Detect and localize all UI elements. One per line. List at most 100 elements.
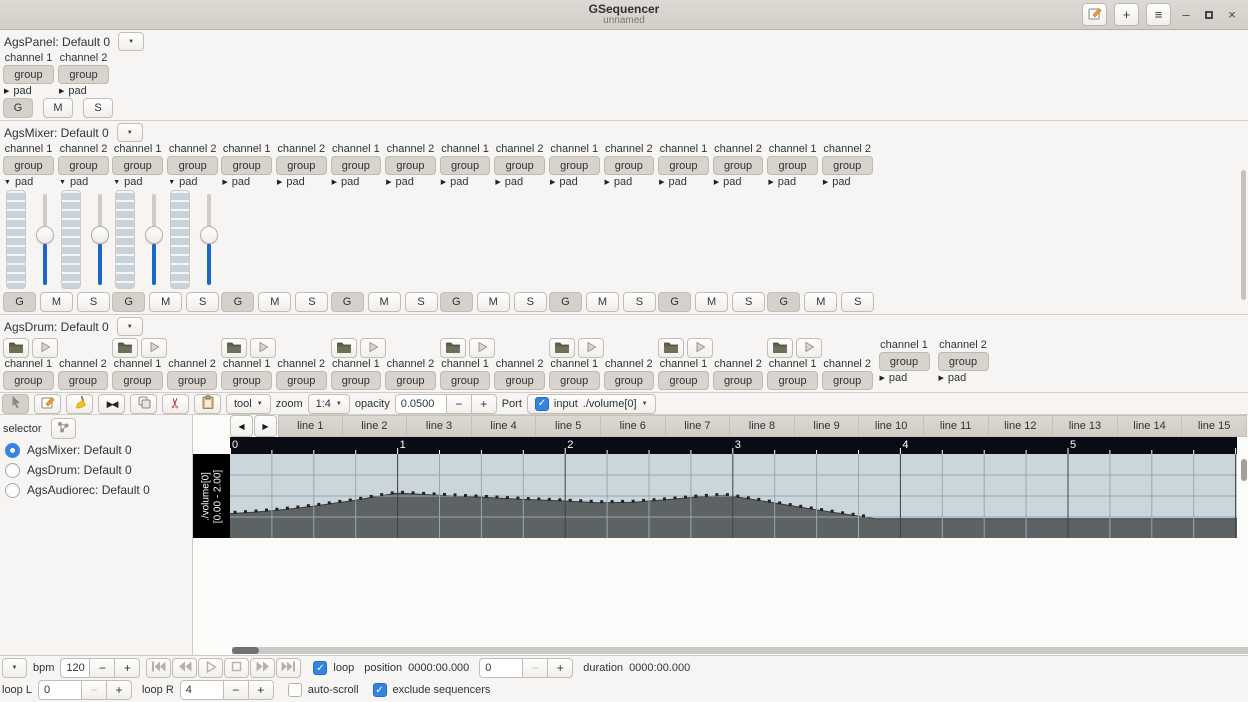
pad-expander[interactable]: ▶ pad: [822, 176, 873, 188]
open-button[interactable]: [221, 338, 248, 358]
pad-expander[interactable]: ▼ pad: [58, 176, 109, 188]
group-button[interactable]: group: [767, 371, 818, 390]
machine-radio-item[interactable]: AgsAudiorec: Default 0: [3, 480, 189, 500]
tab-line-2[interactable]: line 2: [342, 415, 408, 437]
pad-expander[interactable]: ▶ pad: [549, 176, 600, 188]
loop-left-decrement-button[interactable]: −: [81, 680, 107, 700]
group-button[interactable]: group: [439, 156, 491, 175]
solo-toggle-button[interactable]: S: [77, 292, 110, 312]
pad-expander[interactable]: ▶ pad: [3, 85, 54, 97]
tool-dropdown[interactable]: tool ▼: [226, 393, 271, 414]
add-machine-button[interactable]: +: [1114, 3, 1139, 26]
pad-expander[interactable]: ▶ pad: [494, 176, 545, 188]
tab-line-4[interactable]: line 4: [471, 415, 537, 437]
pad-expander[interactable]: ▶ pad: [658, 176, 709, 188]
group-toggle-button[interactable]: G: [221, 292, 255, 312]
play-button[interactable]: [198, 658, 224, 678]
tab-line-13[interactable]: line 13: [1053, 415, 1118, 437]
solo-toggle-button[interactable]: S: [404, 292, 438, 312]
tab-line-10[interactable]: line 10: [859, 415, 924, 437]
slider-handle[interactable]: [35, 226, 54, 244]
loop-left-increment-button[interactable]: +: [106, 680, 132, 700]
tab-line-14[interactable]: line 14: [1117, 415, 1183, 437]
copy-button[interactable]: [130, 393, 157, 414]
tab-line-7[interactable]: line 7: [665, 415, 731, 437]
radio-button[interactable]: [5, 482, 20, 498]
solo-toggle-button[interactable]: S: [186, 292, 220, 312]
agsmixer-menu-button[interactable]: ▼: [116, 123, 143, 142]
seek-forward-button[interactable]: [250, 658, 276, 678]
group-button[interactable]: group: [221, 156, 272, 175]
pad-expander[interactable]: ▼ pad: [112, 176, 163, 188]
group-button[interactable]: group: [878, 352, 930, 371]
selector-options-button[interactable]: [50, 418, 76, 439]
pad-expander[interactable]: ▶ pad: [331, 176, 382, 188]
group-button[interactable]: group: [658, 371, 709, 390]
edit-notation-button[interactable]: [1082, 3, 1107, 26]
skip-forward-button[interactable]: [276, 658, 302, 678]
group-button[interactable]: group: [166, 371, 218, 390]
tab-line-9[interactable]: line 9: [794, 415, 860, 437]
navigation-decrement-button[interactable]: −: [523, 658, 549, 678]
slider-handle[interactable]: [144, 226, 163, 244]
pad-expander[interactable]: ▶ pad: [440, 176, 491, 188]
pad-expander[interactable]: ▼ pad: [3, 176, 54, 188]
tab-line-6[interactable]: line 6: [600, 415, 666, 437]
group-button[interactable]: group: [658, 156, 709, 175]
stop-button[interactable]: [224, 658, 250, 678]
play-button[interactable]: [32, 338, 58, 358]
group-button[interactable]: group: [385, 156, 436, 175]
tab-line-1[interactable]: line 1: [278, 415, 343, 437]
vertical-scrollbar-handle[interactable]: [1241, 459, 1247, 481]
machines-scrollbar[interactable]: [1241, 170, 1246, 300]
group-button[interactable]: group: [275, 156, 327, 175]
group-button[interactable]: group: [112, 156, 164, 175]
radio-button[interactable]: [5, 442, 20, 458]
transport-dropdown-button[interactable]: ▼: [2, 658, 27, 678]
group-button[interactable]: group: [494, 371, 545, 390]
machine-radio-item[interactable]: AgsDrum: Default 0: [3, 460, 189, 480]
pad-expander[interactable]: ▶ pad: [276, 176, 327, 188]
bpm-input[interactable]: 120: [60, 658, 91, 678]
group-button[interactable]: group: [712, 371, 764, 390]
tab-line-11[interactable]: line 11: [923, 415, 989, 437]
open-button[interactable]: [658, 338, 685, 358]
group-button[interactable]: group: [58, 65, 109, 84]
tabs-scroll-right-button[interactable]: ▶: [254, 415, 277, 437]
group-button[interactable]: group: [494, 156, 545, 175]
mute-toggle-button[interactable]: M: [43, 98, 73, 118]
group-button[interactable]: group: [112, 371, 163, 390]
pad-expander[interactable]: ▶ pad: [713, 176, 764, 188]
group-button[interactable]: group: [548, 371, 600, 390]
group-button[interactable]: group: [3, 371, 54, 390]
bpm-increment-button[interactable]: +: [115, 658, 141, 678]
opacity-increment-button[interactable]: +: [471, 393, 497, 414]
solo-toggle-button[interactable]: S: [513, 292, 547, 312]
agspanel-menu-button[interactable]: ▼: [118, 32, 145, 51]
solo-toggle-button[interactable]: S: [732, 292, 766, 312]
minimize-button[interactable]: –: [1178, 7, 1194, 22]
solo-toggle-button[interactable]: S: [841, 292, 875, 312]
port-checkbox[interactable]: [534, 396, 549, 411]
opacity-input[interactable]: 0.0500: [394, 393, 447, 414]
open-button[interactable]: [3, 338, 29, 358]
group-button[interactable]: group: [439, 371, 491, 390]
group-button[interactable]: group: [3, 156, 54, 175]
mute-toggle-button[interactable]: M: [40, 292, 73, 312]
horizontal-scrollbar-handle[interactable]: [232, 647, 259, 654]
group-button[interactable]: group: [167, 156, 219, 175]
group-button[interactable]: group: [3, 65, 54, 84]
skip-backward-button[interactable]: [146, 658, 172, 678]
group-button[interactable]: group: [548, 156, 600, 175]
tabs-scroll-left-button[interactable]: ◀: [230, 415, 253, 437]
tab-line-15[interactable]: line 15: [1182, 415, 1247, 437]
mute-toggle-button[interactable]: M: [476, 292, 510, 312]
horizontal-scrollbar[interactable]: [232, 647, 1248, 654]
navigation-increment-button[interactable]: +: [548, 658, 574, 678]
slider-handle[interactable]: [199, 226, 218, 244]
solo-toggle-button[interactable]: S: [295, 292, 329, 312]
play-button[interactable]: [687, 338, 714, 358]
seek-backward-button[interactable]: [172, 658, 198, 678]
play-button[interactable]: [468, 338, 495, 358]
port-dropdown[interactable]: input ./volume[0] ▼: [526, 393, 656, 414]
